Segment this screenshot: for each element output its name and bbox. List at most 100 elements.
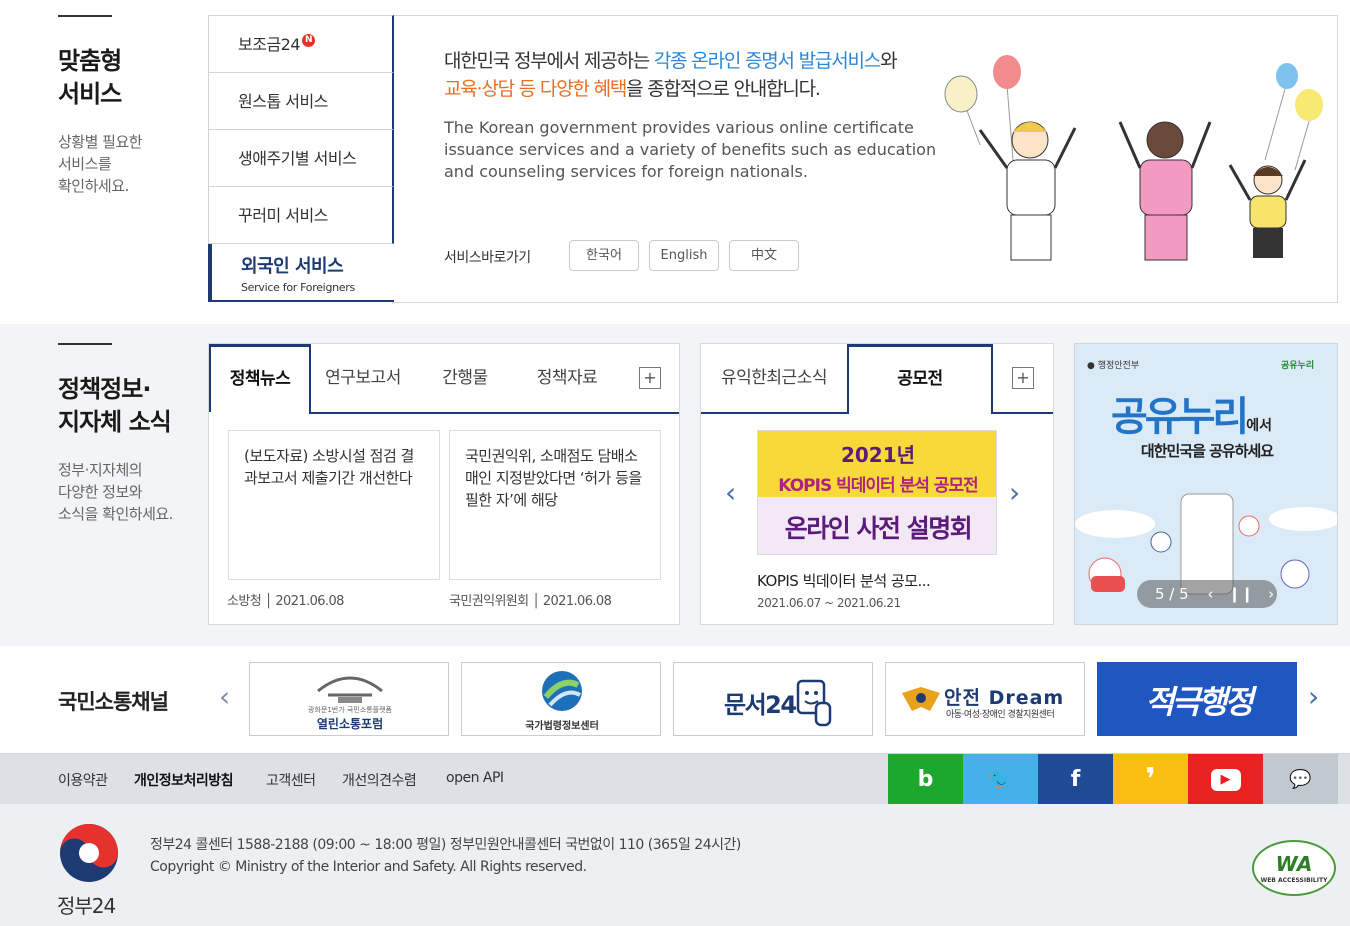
terms-link[interactable]: 이용약관 — [58, 770, 108, 790]
news-card[interactable]: (보도자료) 소방시설 점검 결과보고서 제출기간 개선한다 — [228, 430, 440, 580]
prev-arrow-icon[interactable]: ‹ — [725, 476, 736, 509]
blog-icon[interactable]: b — [888, 754, 963, 805]
foreigner-kor-text: 대한민국 정부에서 제공하는 각종 온라인 증명서 발급서비스와 교육·상담 등… — [444, 47, 898, 103]
tab-policy-data[interactable]: 정책자료 — [517, 344, 617, 412]
doc24-mascot-icon — [796, 679, 832, 727]
news-title: (보도자료) 소방시설 점검 결과보고서 제출기간 개선한다 — [244, 447, 414, 487]
tab-label: 보조금24 — [238, 35, 301, 54]
desc-line: 상황별 필요한 — [58, 133, 143, 151]
lang-korean-button[interactable]: 한국어 — [569, 240, 639, 271]
tab-underline — [701, 412, 849, 414]
banner-big: 공유누리 — [1111, 394, 1249, 440]
section-title: 맞춤형 서비스 — [58, 45, 122, 111]
contest-period: 2021.06.07 ~ 2021.06.21 — [757, 596, 901, 610]
desc-line: 소식을 확인하세요. — [58, 505, 173, 523]
highlight-text: 교육·상담 등 — [444, 78, 540, 100]
tab-label: 원스톱 서비스 — [238, 92, 328, 111]
copyright-text: Copyright © Ministry of the Interior and… — [150, 859, 587, 875]
tab-publication[interactable]: 간행물 — [415, 344, 515, 412]
section-divider — [58, 343, 112, 345]
channel-next-icon[interactable]: › — [1308, 680, 1319, 713]
callcenter-info: 정부24 콜센터 1588-2188 (09:00 ~ 18:00 평일) 정부… — [150, 837, 741, 853]
next-arrow-icon[interactable]: › — [1009, 476, 1020, 509]
tab-foreigner[interactable]: 외국인 서비스 Service for Foreigners — [208, 244, 394, 302]
new-badge: N — [302, 34, 316, 47]
sharing-banner[interactable]: ● 행정안전부 공유누리 공유누리에서 대한민국을 공유하세요 5 / 5 ‹ … — [1074, 343, 1338, 625]
banner-doc24[interactable]: 문서24 — [673, 662, 873, 736]
lang-english-button[interactable]: English — [649, 240, 719, 271]
sns-glyph: ▶ — [1210, 769, 1241, 791]
brand-small: 공유누리 — [1281, 361, 1315, 371]
twitter-icon[interactable]: 🐦 — [963, 754, 1038, 805]
slide-next-icon[interactable]: › — [1268, 585, 1274, 603]
highlight-text: 다양한 혜택 — [539, 78, 627, 100]
customer-center-link[interactable]: 고객센터 — [266, 770, 316, 790]
lang-chinese-button[interactable]: 中文 — [729, 240, 799, 271]
slide-counter: 5 / 5 — [1155, 585, 1189, 603]
tab-recent-news[interactable]: 유익한최근소식 — [701, 344, 847, 412]
celebrating-people-illustration — [944, 55, 1323, 261]
slide-pause-icon[interactable]: ❙❙ — [1228, 585, 1253, 603]
desc-line: 다양한 정보와 — [58, 483, 143, 501]
banner-label: 열린소통포럼 — [316, 717, 384, 731]
desc-line: 정부·지자체의 — [58, 461, 143, 479]
news-title: 국민권익위, 소매점도 담배소매인 지정받았다면 ‘허가 등을 필한 자’에 해… — [465, 447, 642, 509]
news-meta: 국민권익위원회 │ 2021.06.08 — [449, 594, 612, 609]
feedback-link[interactable]: 개선의견수렴 — [342, 770, 417, 790]
sns-glyph: b — [917, 767, 934, 792]
slide-prev-icon[interactable]: ‹ — [1207, 585, 1213, 603]
policy-section: 정책정보· 지자체 소식 정부·지자체의 다양한 정보와 소식을 확인하세요. … — [0, 324, 1350, 646]
banner-sublabel: 광화문1번가 국민소통플랫폼 — [308, 706, 392, 714]
sns-glyph: 🐦 — [988, 767, 1013, 791]
youtube-icon[interactable]: ▶ — [1188, 754, 1263, 805]
channel-prev-icon[interactable]: ‹ — [219, 680, 230, 713]
tab-onestop[interactable]: 원스톱 서비스 — [208, 73, 394, 130]
tab-research-report[interactable]: 연구보고서 — [313, 344, 413, 412]
tab-sublabel: Service for Foreigners — [241, 281, 355, 294]
section-description: 정부·지자체의 다양한 정보와 소식을 확인하세요. — [58, 459, 173, 525]
channel-section: 국민소통채널 ‹ › 광화문1번가 국민소통플랫폼 열린소통포럼 국가법령정보센… — [0, 646, 1350, 753]
banner-proactive-admin[interactable]: 적극행정 — [1097, 662, 1297, 736]
tab-lifecycle[interactable]: 생애주기별 서비스 — [208, 130, 394, 187]
open-api-link[interactable]: open API — [446, 770, 504, 786]
news-date: 2021.06.08 — [275, 594, 344, 609]
foreigner-eng-text: The Korean government provides various o… — [444, 118, 937, 181]
banner-suffix: 에서 — [1246, 418, 1272, 434]
privacy-policy-link[interactable]: 개인정보처리방침 — [134, 770, 234, 790]
news-source: 소방청 — [227, 594, 262, 609]
banner-sublabel: 아동·여성·장애인 경찰지원센터 — [946, 710, 1055, 720]
footer-nav: 이용약관 개인정보처리방침 고객센터 개선의견수렴 open API b 🐦 f… — [0, 753, 1350, 805]
chat-icon[interactable]: 💬 — [1263, 754, 1338, 805]
tab-subsidy24[interactable]: 보조금24 N — [208, 15, 394, 73]
tab-package[interactable]: 꾸러미 서비스 — [208, 187, 394, 244]
news-date: 2021.06.08 — [542, 594, 612, 609]
banner-subtitle: 대한민국을 공유하세요 — [1140, 442, 1274, 460]
banner-open-forum[interactable]: 광화문1번가 국민소통플랫폼 열린소통포럼 — [249, 662, 449, 736]
more-plus-icon[interactable]: + — [639, 367, 661, 389]
more-plus-icon[interactable]: + — [1012, 367, 1034, 389]
news-card[interactable]: 국민권익위, 소매점도 담배소매인 지정받았다면 ‘허가 등을 필한 자’에 해… — [449, 430, 661, 580]
banner-label: 국가법령정보센터 — [525, 721, 599, 732]
banner-safe-dream[interactable]: 안전 Dream 아동·여성·장애인 경찰지원센터 — [885, 662, 1085, 736]
facebook-icon[interactable]: f — [1038, 754, 1113, 805]
contest-poster[interactable]: 2021년 KOPIS 빅데이터 분석 공모전 온라인 사전 설명회 — [757, 430, 997, 555]
logo-text: 정부24 — [57, 894, 116, 918]
kakao-story-icon[interactable]: ❜ — [1113, 754, 1188, 805]
news-meta: 소방청 │ 2021.06.08 — [227, 594, 344, 609]
section-title-line2: 서비스 — [58, 80, 122, 108]
site-footer: 정부24 정부24 콜센터 1588-2188 (09:00 ~ 18:00 평… — [0, 804, 1350, 926]
banner-law-center[interactable]: 국가법령정보센터 — [461, 662, 661, 736]
shortcut-label: 서비스바로가기 — [444, 250, 531, 266]
section-title-line2: 지자체 소식 — [58, 408, 172, 436]
wa-label: WA — [1275, 852, 1313, 876]
tab-label: 생애주기별 서비스 — [238, 149, 357, 168]
tab-contest[interactable]: 공모전 — [847, 344, 993, 412]
sns-glyph: f — [1070, 767, 1081, 792]
banner-label: 안전 Dream — [944, 687, 1065, 709]
tab-label: 꾸러미 서비스 — [238, 206, 328, 225]
slide-controls: 5 / 5 ‹ ❙❙ › — [1137, 580, 1277, 608]
law-globe-icon — [542, 671, 582, 711]
tab-policy-news[interactable]: 정책뉴스 — [209, 344, 311, 412]
tab-label: 외국인 서비스 — [241, 256, 344, 277]
contest-title[interactable]: KOPIS 빅데이터 분석 공모... — [757, 570, 931, 591]
